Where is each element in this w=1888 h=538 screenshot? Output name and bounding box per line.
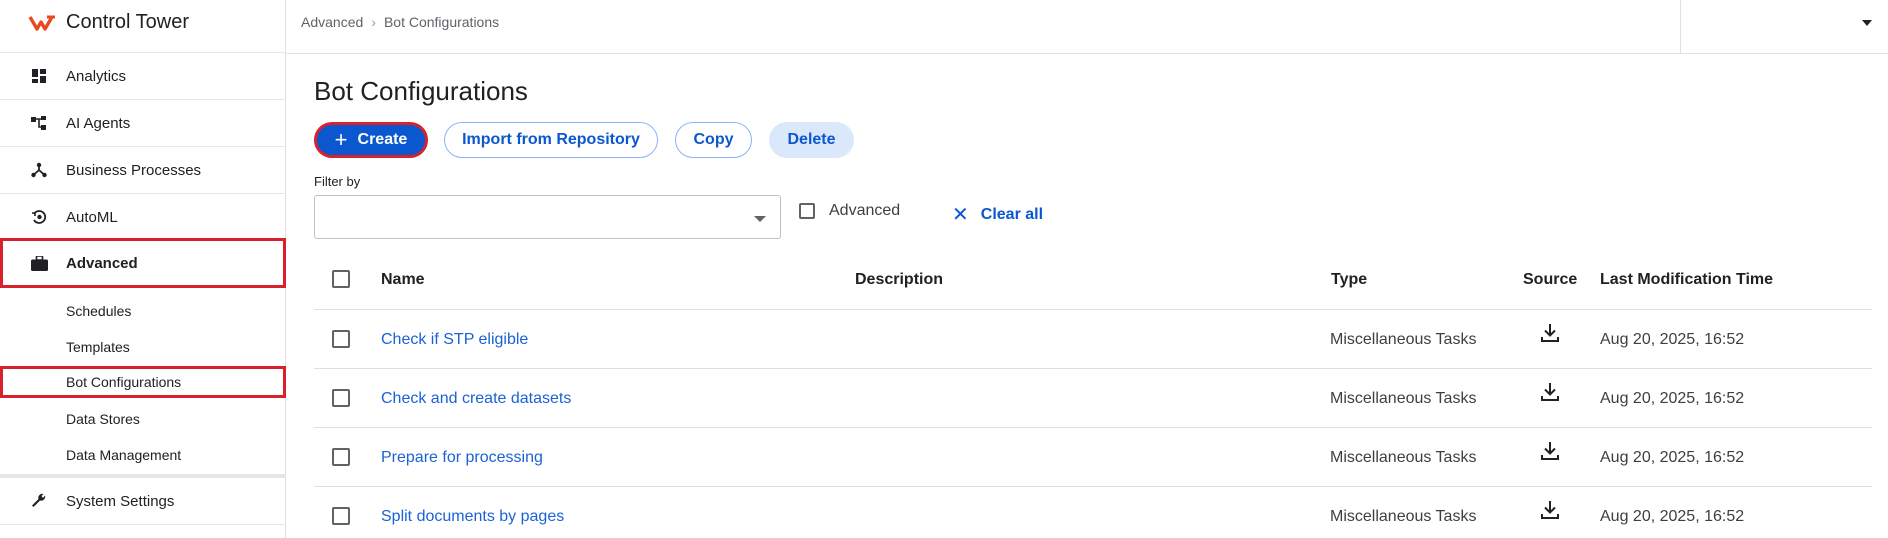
row-modified-time: Aug 20, 2025, 16:52 bbox=[1600, 508, 1745, 525]
clear-all-button[interactable]: ✕ Clear all bbox=[952, 202, 1043, 227]
table-row[interactable]: Check if STP eligible Miscellaneous Task… bbox=[314, 310, 1872, 369]
row-type: Miscellaneous Tasks bbox=[1330, 508, 1477, 525]
copy-button[interactable]: Copy bbox=[675, 122, 752, 158]
table-row[interactable]: Split documents by pages Miscellaneous T… bbox=[314, 487, 1872, 538]
app-root: Control Tower Analytics AI Agents Busine… bbox=[0, 0, 1888, 538]
table-header: Name Description Type Source Last Modifi… bbox=[314, 254, 1872, 310]
dashboard-icon bbox=[30, 67, 48, 85]
brand[interactable]: Control Tower bbox=[0, 0, 285, 45]
row-name-link[interactable]: Prepare for processing bbox=[381, 449, 543, 467]
sidebar-subitem-templates[interactable]: Templates bbox=[0, 329, 286, 365]
sidebar-item-business-processes[interactable]: Business Processes bbox=[0, 146, 286, 193]
row-name-link[interactable]: Split documents by pages bbox=[381, 508, 564, 526]
sidebar-item-label: AI Agents bbox=[66, 114, 131, 132]
column-header-description[interactable]: Description bbox=[855, 271, 943, 289]
import-from-repository-button[interactable]: Import from Repository bbox=[444, 122, 658, 158]
download-icon[interactable] bbox=[1540, 322, 1560, 344]
sidebar-subitem-label: Data Management bbox=[66, 447, 182, 463]
row-modified-time: Aug 20, 2025, 16:52 bbox=[1600, 331, 1745, 348]
advanced-checkbox-label: Advanced bbox=[829, 202, 901, 219]
page-title: Bot Configurations bbox=[314, 76, 528, 106]
topbar: Advanced › Bot Configurations bbox=[286, 0, 1888, 54]
row-type: Miscellaneous Tasks bbox=[1330, 449, 1477, 466]
column-header-name[interactable]: Name bbox=[381, 271, 425, 289]
table-row[interactable]: Check and create datasets Miscellaneous … bbox=[314, 369, 1872, 428]
sidebar-item-label: System Settings bbox=[66, 492, 175, 510]
row-modified-time: Aug 20, 2025, 16:52 bbox=[1600, 390, 1745, 407]
sidebar-subitem-data-management[interactable]: Data Management bbox=[0, 437, 286, 473]
plus-icon: + bbox=[334, 127, 348, 152]
sidebar-subitem-data-stores[interactable]: Data Stores bbox=[0, 401, 286, 437]
download-icon[interactable] bbox=[1540, 499, 1560, 521]
download-icon[interactable] bbox=[1540, 381, 1560, 403]
sidebar-divider bbox=[0, 524, 286, 525]
row-checkbox[interactable] bbox=[332, 507, 350, 525]
sidebar-subitem-label: Templates bbox=[66, 339, 130, 355]
sidebar-item-analytics[interactable]: Analytics bbox=[0, 52, 286, 99]
sidebar-item-label: Business Processes bbox=[66, 161, 202, 179]
row-type: Miscellaneous Tasks bbox=[1330, 390, 1477, 407]
sidebar-subitem-bot-configurations[interactable]: Bot Configurations bbox=[0, 366, 286, 398]
wrench-icon bbox=[30, 492, 48, 510]
row-modified-time: Aug 20, 2025, 16:52 bbox=[1600, 449, 1745, 466]
breadcrumb-current: Bot Configurations bbox=[383, 14, 500, 30]
breadcrumb-parent[interactable]: Advanced bbox=[301, 14, 363, 30]
row-checkbox[interactable] bbox=[332, 330, 350, 348]
table-row[interactable]: Prepare for processing Miscellaneous Tas… bbox=[314, 428, 1872, 487]
row-type: Miscellaneous Tasks bbox=[1330, 331, 1477, 348]
automl-icon bbox=[30, 208, 48, 226]
process-icon bbox=[30, 161, 48, 179]
breadcrumb: Advanced › Bot Configurations bbox=[301, 14, 499, 30]
sidebar-item-system-settings[interactable]: System Settings bbox=[0, 474, 286, 524]
column-header-source[interactable]: Source bbox=[1523, 271, 1577, 289]
sidebar-subitem-label: Bot Configurations bbox=[66, 374, 182, 390]
briefcase-icon bbox=[30, 254, 48, 272]
sidebar-item-ai-agents[interactable]: AI Agents bbox=[0, 99, 286, 146]
sidebar-subitem-schedules[interactable]: Schedules bbox=[0, 293, 286, 329]
row-checkbox[interactable] bbox=[332, 389, 350, 407]
app-name: Control Tower bbox=[66, 11, 190, 33]
sidebar-item-label: Advanced bbox=[66, 254, 138, 272]
chevron-down-icon bbox=[1862, 20, 1872, 26]
user-menu[interactable] bbox=[1680, 0, 1888, 54]
sidebar-item-automl[interactable]: AutoML bbox=[0, 193, 286, 240]
row-name-link[interactable]: Check if STP eligible bbox=[381, 331, 528, 349]
sidebar-item-advanced[interactable]: Advanced bbox=[0, 238, 286, 288]
advanced-checkbox[interactable] bbox=[799, 203, 815, 219]
chevron-right-icon: › bbox=[371, 14, 376, 30]
row-checkbox[interactable] bbox=[332, 448, 350, 466]
create-button[interactable]: + Create bbox=[314, 122, 428, 158]
sidebar-item-label: AutoML bbox=[66, 208, 118, 226]
sidebar-subitem-label: Schedules bbox=[66, 303, 132, 319]
column-header-last-modification-time[interactable]: Last Modification Time bbox=[1600, 271, 1773, 289]
filter-label: Filter by bbox=[314, 174, 361, 189]
row-name-link[interactable]: Check and create datasets bbox=[381, 390, 571, 408]
download-icon[interactable] bbox=[1540, 440, 1560, 462]
ai-agents-icon bbox=[30, 114, 48, 132]
delete-button[interactable]: Delete bbox=[769, 122, 854, 158]
sidebar-subitem-label: Data Stores bbox=[66, 411, 140, 427]
column-header-type[interactable]: Type bbox=[1331, 271, 1367, 289]
close-icon: ✕ bbox=[952, 204, 969, 226]
sidebar: Control Tower Analytics AI Agents Busine… bbox=[0, 0, 286, 538]
control-tower-logo-icon bbox=[28, 15, 55, 31]
filter-select[interactable] bbox=[314, 195, 781, 239]
select-all-checkbox[interactable] bbox=[332, 270, 350, 288]
create-button-label: Create bbox=[357, 131, 408, 148]
clear-all-label: Clear all bbox=[980, 205, 1044, 223]
sidebar-item-label: Analytics bbox=[66, 67, 127, 85]
chevron-down-icon bbox=[754, 216, 766, 222]
